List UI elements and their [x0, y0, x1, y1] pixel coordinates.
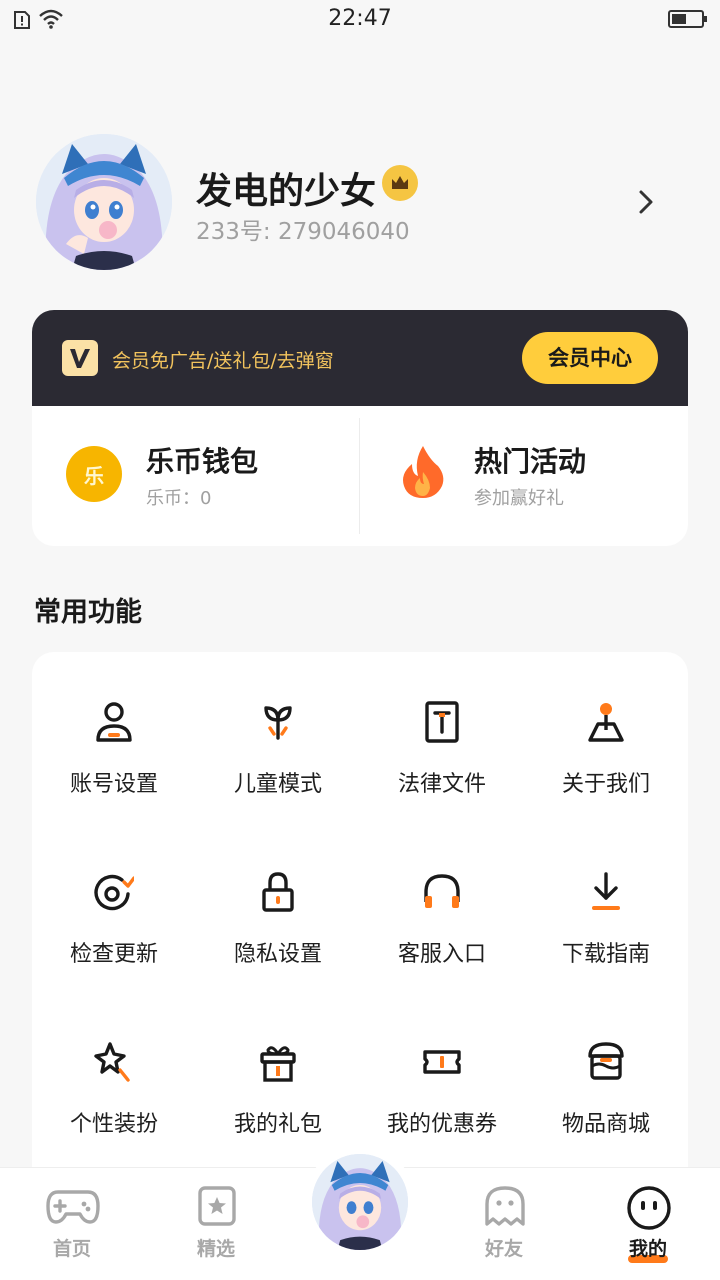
battery-icon [668, 10, 707, 28]
user-avatar[interactable] [36, 134, 172, 270]
tab-mine[interactable]: 我的 [576, 1168, 720, 1280]
feature-label: 物品商城 [561, 1112, 650, 1137]
ghost-icon [485, 1186, 525, 1226]
face-icon [627, 1186, 671, 1230]
magic-wand-icon [94, 1042, 130, 1082]
sprout-icon [264, 706, 292, 740]
feature-label: 检查更新 [69, 942, 158, 967]
vip-promo-text: 会员免广告/送礼包/去弹窗 [112, 350, 334, 372]
feature-label: 我的优惠券 [386, 1112, 497, 1137]
coin-glyph: 乐 [84, 464, 104, 488]
tab-center-avatar[interactable] [304, 1146, 416, 1258]
user-icon [96, 702, 132, 742]
tab-label: 首页 [52, 1238, 91, 1260]
download-icon [592, 872, 620, 910]
features-grid: 账号设置 儿童模式 法律文件 关于我们 检查更新 隐私设置 客服入口 下载指南 … [32, 652, 688, 1212]
star-bookmark-icon [198, 1186, 236, 1226]
feature-legal-docs[interactable]: 法律文件 [360, 652, 524, 812]
tab-label: 精选 [196, 1238, 235, 1260]
feature-personal-dressup[interactable]: 个性装扮 [32, 992, 196, 1152]
gift-icon [260, 1046, 296, 1082]
profile-header[interactable]: 发电的少女 233号: 279046040 [32, 130, 688, 275]
status-bar: 22:47 [0, 0, 720, 40]
tab-friends[interactable]: 好友 [432, 1168, 576, 1280]
location-pin-icon [588, 703, 624, 742]
feature-label: 客服入口 [397, 942, 486, 967]
refresh-icon [94, 874, 134, 911]
bottom-tab-bar: 首页 精选 好友 我的 [0, 1146, 720, 1280]
feature-my-gifts[interactable]: 我的礼包 [196, 992, 360, 1152]
avatar-illustration [36, 134, 172, 270]
vip-center-button[interactable]: 会员中心 [522, 332, 658, 384]
chevron-right-icon[interactable] [632, 188, 660, 216]
wallet-title: 乐币钱包 [146, 445, 259, 478]
fire-icon [403, 446, 444, 498]
hot-activity-subtitle: 参加赢好礼 [474, 488, 564, 509]
feature-about-us[interactable]: 关于我们 [524, 652, 688, 812]
username: 发电的少女 [196, 171, 377, 212]
tab-label: 好友 [484, 1238, 523, 1260]
user-id: 233号: 279046040 [196, 219, 410, 245]
feature-my-coupons[interactable]: 我的优惠券 [360, 992, 524, 1152]
lock-icon [262, 872, 294, 912]
feature-customer-service[interactable]: 客服入口 [360, 822, 524, 982]
status-time: 22:47 [328, 6, 392, 31]
feature-privacy-settings[interactable]: 隐私设置 [196, 822, 360, 982]
hot-activity[interactable]: 热门活动 参加赢好礼 [360, 406, 688, 546]
feature-account-settings[interactable]: 账号设置 [32, 652, 196, 812]
vip-banner[interactable]: 会员免广告/送礼包/去弹窗 会员中心 [32, 310, 688, 406]
ticket-icon [423, 1050, 461, 1074]
vip-card: 会员免广告/送礼包/去弹窗 会员中心 乐 乐币钱包 乐币：0 热门活动 参加赢好… [32, 310, 688, 546]
vip-crown-icon [382, 165, 418, 201]
feature-kids-mode[interactable]: 儿童模式 [196, 652, 360, 812]
feature-label: 个性装扮 [69, 1112, 158, 1137]
feature-label: 账号设置 [69, 772, 158, 797]
wallet-balance: 乐币：0 [146, 488, 212, 509]
feature-label: 法律文件 [397, 772, 486, 797]
feature-item-store[interactable]: 物品商城 [524, 992, 688, 1152]
tab-home[interactable]: 首页 [0, 1168, 144, 1280]
feature-label: 隐私设置 [233, 942, 322, 967]
headset-icon [424, 874, 460, 908]
feature-download-guide[interactable]: 下载指南 [524, 822, 688, 982]
document-icon [425, 701, 459, 743]
feature-label: 下载指南 [561, 942, 650, 967]
gamepad-icon [46, 1190, 100, 1224]
feature-label: 关于我们 [561, 772, 650, 797]
coin-wallet[interactable]: 乐 乐币钱包 乐币：0 [32, 406, 359, 546]
tab-label: 我的 [628, 1238, 667, 1260]
store-icon [588, 1042, 624, 1080]
hot-activity-title: 热门活动 [474, 445, 587, 478]
feature-label: 儿童模式 [233, 772, 322, 797]
feature-check-update[interactable]: 检查更新 [32, 822, 196, 982]
tab-featured[interactable]: 精选 [144, 1168, 288, 1280]
vip-logo-icon [62, 340, 98, 376]
coin-icon: 乐 [66, 446, 122, 502]
section-title: 常用功能 [34, 597, 142, 628]
feature-label: 我的礼包 [233, 1112, 322, 1137]
center-avatar-image [312, 1154, 408, 1250]
